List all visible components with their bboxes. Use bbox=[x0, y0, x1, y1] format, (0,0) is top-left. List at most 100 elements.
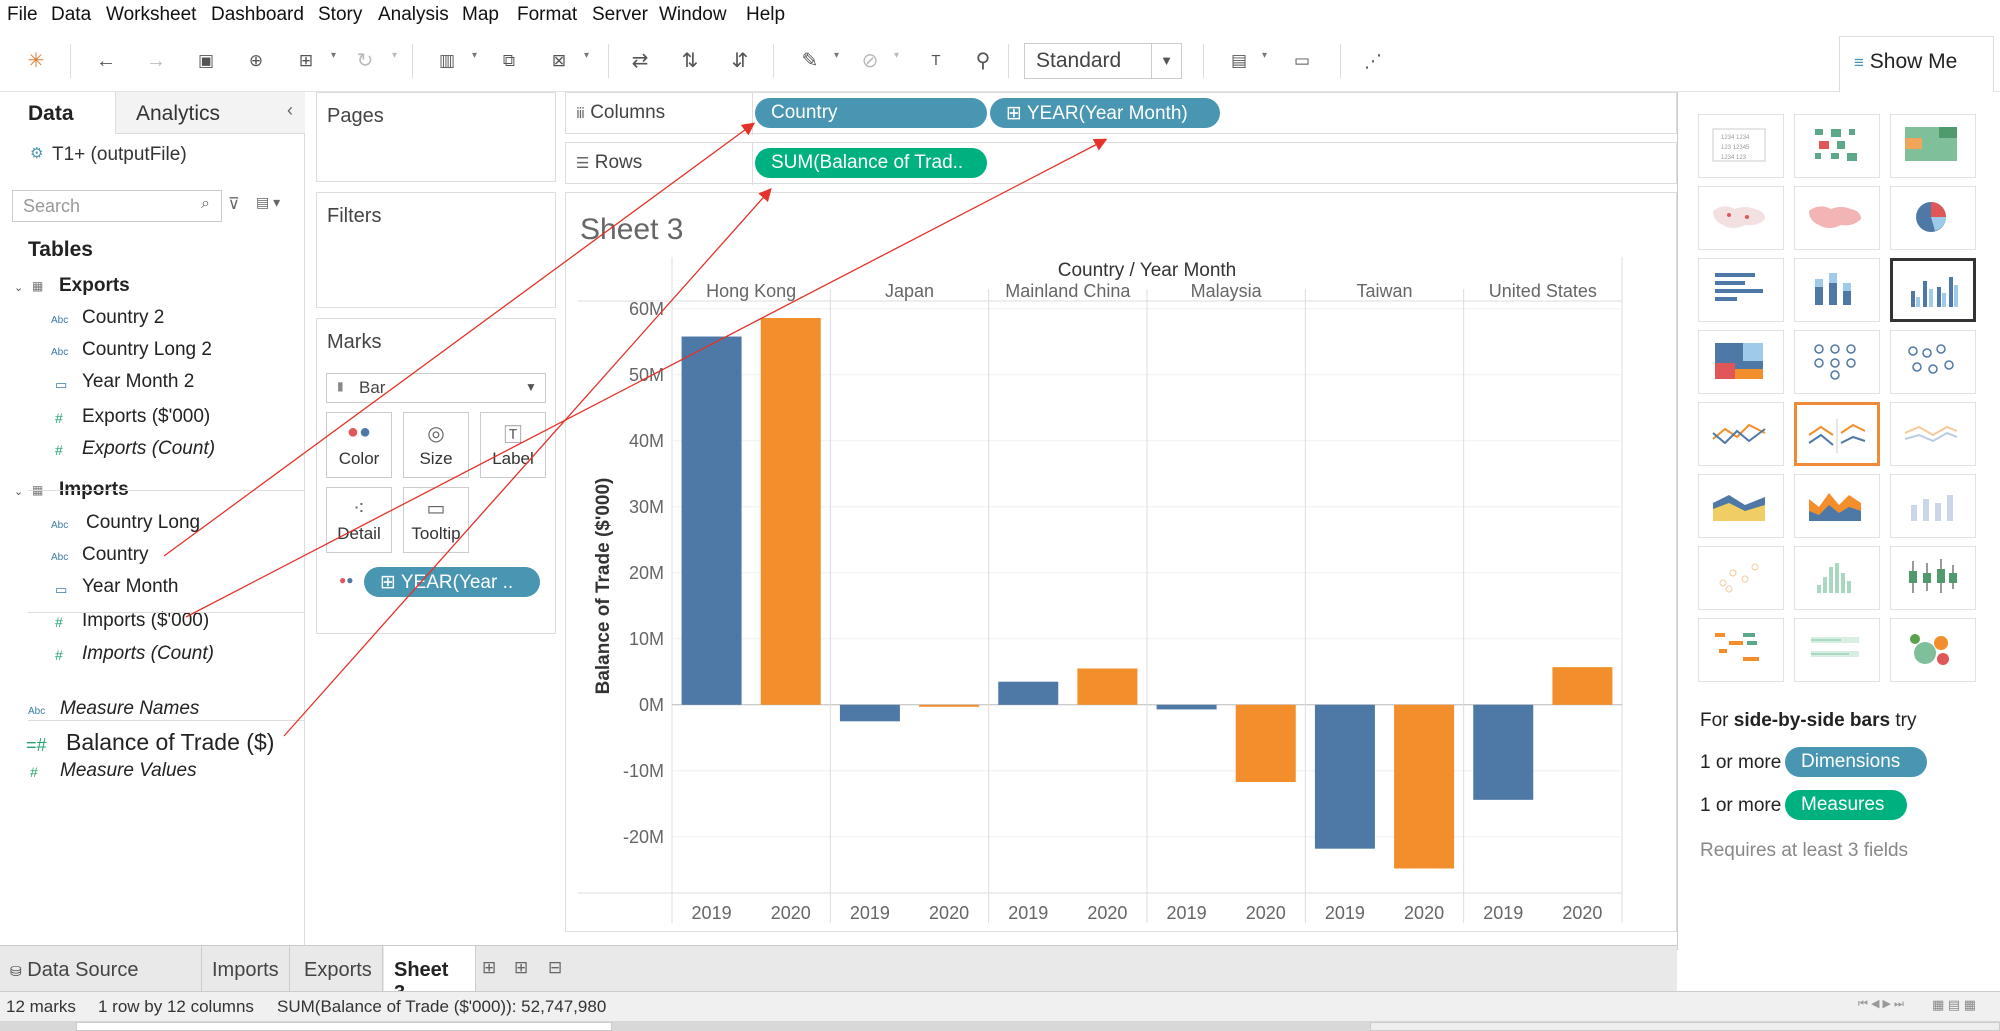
menu-help[interactable]: Help bbox=[746, 4, 785, 26]
menu-map[interactable]: Map bbox=[462, 4, 499, 26]
new-dashboard-icon[interactable]: ⊞ bbox=[514, 958, 528, 978]
menu-format[interactable]: Format bbox=[517, 4, 577, 26]
field-year-month-2[interactable]: Year Month 2 bbox=[82, 371, 194, 393]
presentation-mode-icon[interactable]: ▭ bbox=[1289, 48, 1315, 74]
chart-type-treemap[interactable] bbox=[1698, 330, 1784, 394]
show-mark-labels-icon[interactable]: T bbox=[923, 48, 949, 74]
menu-server[interactable]: Server bbox=[592, 4, 648, 26]
new-story-icon[interactable]: ⊟ bbox=[548, 958, 562, 978]
chart-type-dual-combination[interactable] bbox=[1890, 474, 1976, 538]
new-worksheet-icon[interactable]: ▥ bbox=[434, 48, 460, 74]
size-button[interactable]: ◎ Size bbox=[403, 412, 469, 478]
field-imports-count[interactable]: Imports (Count) bbox=[82, 643, 214, 665]
field-imports-value[interactable]: Imports ($'000) bbox=[82, 610, 209, 632]
chart-type-horizontal-bars[interactable] bbox=[1698, 258, 1784, 322]
filters-shelf[interactable]: Filters bbox=[316, 192, 556, 308]
chart-type-packed-bubbles[interactable] bbox=[1890, 618, 1976, 682]
chart-type-box-whisker[interactable] bbox=[1890, 546, 1976, 610]
field-measure-names[interactable]: Measure Names bbox=[60, 698, 199, 720]
view-mode-icon[interactable]: ▦ ▤ ▦ bbox=[1932, 997, 1976, 1013]
chart-type-bullet-graph[interactable] bbox=[1794, 618, 1880, 682]
collapse-pane-icon[interactable]: ‹ bbox=[287, 100, 293, 121]
tooltip-button[interactable]: ▭ Tooltip bbox=[403, 487, 469, 553]
chart-type-pie[interactable] bbox=[1890, 186, 1976, 250]
menu-window[interactable]: Window bbox=[659, 4, 727, 26]
chart-type-scatter-plot[interactable] bbox=[1698, 546, 1784, 610]
chart-type-area-discrete[interactable] bbox=[1794, 474, 1880, 538]
fit-select[interactable]: Standard ▼ bbox=[1024, 43, 1182, 79]
field-balance-of-trade[interactable]: Balance of Trade ($) bbox=[66, 729, 274, 756]
field-country-long[interactable]: Country Long bbox=[86, 512, 200, 534]
chart-type-histogram[interactable] bbox=[1794, 546, 1880, 610]
undo-icon[interactable]: ← bbox=[93, 48, 119, 74]
field-year-month[interactable]: Year Month bbox=[82, 576, 178, 598]
menu-story[interactable]: Story bbox=[318, 4, 362, 26]
field-country-2[interactable]: Country 2 bbox=[82, 307, 164, 329]
chevron-down-icon[interactable]: ⌄ bbox=[14, 485, 23, 498]
highlight-icon[interactable]: ✎ bbox=[797, 48, 823, 74]
filter-icon[interactable]: ⊽ bbox=[228, 194, 240, 214]
clear-sheet-icon[interactable]: ⊠ bbox=[546, 48, 572, 74]
view-options-icon[interactable]: ▤ ▾ bbox=[256, 194, 280, 211]
chevron-down-icon[interactable]: ▼ bbox=[1151, 44, 1181, 78]
chart-type-heat-map[interactable] bbox=[1794, 114, 1880, 178]
show-cards-icon[interactable]: ▤ bbox=[1226, 48, 1252, 74]
share-icon[interactable]: ⋰ bbox=[1360, 48, 1386, 74]
chart-type-side-by-side-circles[interactable] bbox=[1890, 330, 1976, 394]
chart-type-filled-map[interactable] bbox=[1794, 186, 1880, 250]
refresh-icon[interactable]: ↻ bbox=[352, 48, 378, 74]
tab-analytics[interactable]: Analytics bbox=[115, 92, 305, 134]
menu-dashboard[interactable]: Dashboard bbox=[211, 4, 304, 26]
duplicate-sheet-icon[interactable]: ⧉ bbox=[496, 48, 522, 74]
sort-descending-icon[interactable]: ⇵ bbox=[727, 48, 753, 74]
search-box[interactable]: Search ⌕ bbox=[12, 190, 222, 222]
columns-pill-country[interactable]: Country bbox=[755, 98, 987, 128]
label-button[interactable]: 🅃 Label bbox=[480, 412, 546, 478]
chart-type-lines-discrete[interactable] bbox=[1794, 402, 1880, 466]
menu-analysis[interactable]: Analysis bbox=[378, 4, 449, 26]
field-exports-count[interactable]: Exports (Count) bbox=[82, 438, 215, 460]
group-icon[interactable]: ⊘ bbox=[857, 48, 883, 74]
chart-type-stacked-bars[interactable] bbox=[1794, 258, 1880, 322]
tab-data[interactable]: Data bbox=[0, 92, 115, 134]
field-country[interactable]: Country bbox=[82, 544, 149, 566]
tab-imports[interactable]: Imports bbox=[202, 946, 290, 992]
menu-file[interactable]: File bbox=[7, 4, 38, 26]
horizontal-scrollbar[interactable] bbox=[76, 1022, 612, 1031]
field-exports-value[interactable]: Exports ($'000) bbox=[82, 406, 210, 428]
chevron-down-icon[interactable]: ⌄ bbox=[14, 281, 23, 294]
save-icon[interactable]: ▣ bbox=[193, 48, 219, 74]
chart-type-side-by-side-bars[interactable] bbox=[1890, 258, 1976, 322]
chart-type-text-table[interactable]: 1234 1234 123 12345 1234 123 bbox=[1698, 114, 1784, 178]
chart-type-gantt[interactable] bbox=[1698, 618, 1784, 682]
field-measure-values[interactable]: Measure Values bbox=[60, 760, 197, 782]
pages-shelf[interactable]: Pages bbox=[316, 92, 556, 182]
pause-updates-icon[interactable]: ⊞ bbox=[293, 48, 319, 74]
rows-shelf[interactable]: ☰ Rows bbox=[565, 142, 1677, 185]
tab-sheet-3[interactable]: Sheet 3 bbox=[384, 946, 476, 1004]
tableau-logo-icon[interactable]: ✳ bbox=[23, 48, 49, 74]
menu-data[interactable]: Data bbox=[51, 4, 91, 26]
chart-type-circle-views[interactable] bbox=[1794, 330, 1880, 394]
table-exports[interactable]: Exports bbox=[59, 275, 130, 297]
new-worksheet-icon[interactable]: ⊞ bbox=[482, 958, 496, 978]
chart-type-highlight-table[interactable] bbox=[1890, 114, 1976, 178]
sheet-navigation-icon[interactable]: ⏮ ◀ ▶ ⏭ bbox=[1858, 997, 1904, 1011]
swap-icon[interactable]: ⇄ bbox=[627, 48, 653, 74]
show-me-button[interactable]: ≡ Show Me bbox=[1839, 36, 1994, 92]
tab-data-source[interactable]: ⛁ Data Source bbox=[0, 946, 202, 992]
sort-ascending-icon[interactable]: ⇅ bbox=[677, 48, 703, 74]
new-datasource-icon[interactable]: ⊕ bbox=[243, 48, 269, 74]
pin-icon[interactable]: ⚲ bbox=[970, 48, 996, 74]
menu-worksheet[interactable]: Worksheet bbox=[106, 4, 196, 26]
chart-type-lines-continuous[interactable] bbox=[1698, 402, 1784, 466]
chart-type-dual-lines[interactable] bbox=[1890, 402, 1976, 466]
mark-type-select[interactable]: ▮ Bar ▼ bbox=[326, 373, 546, 403]
columns-pill-year[interactable]: ⊞ YEAR(Year Month) bbox=[990, 98, 1220, 128]
marks-pill-year[interactable]: ⊞ YEAR(Year .. bbox=[364, 567, 540, 597]
tab-exports[interactable]: Exports bbox=[294, 946, 383, 992]
detail-button[interactable]: ⁖ Detail bbox=[326, 487, 392, 553]
datasource-name[interactable]: T1+ (outputFile) bbox=[52, 144, 187, 166]
redo-icon[interactable]: → bbox=[143, 48, 169, 74]
rows-pill-balance[interactable]: SUM(Balance of Trad.. bbox=[755, 148, 987, 178]
